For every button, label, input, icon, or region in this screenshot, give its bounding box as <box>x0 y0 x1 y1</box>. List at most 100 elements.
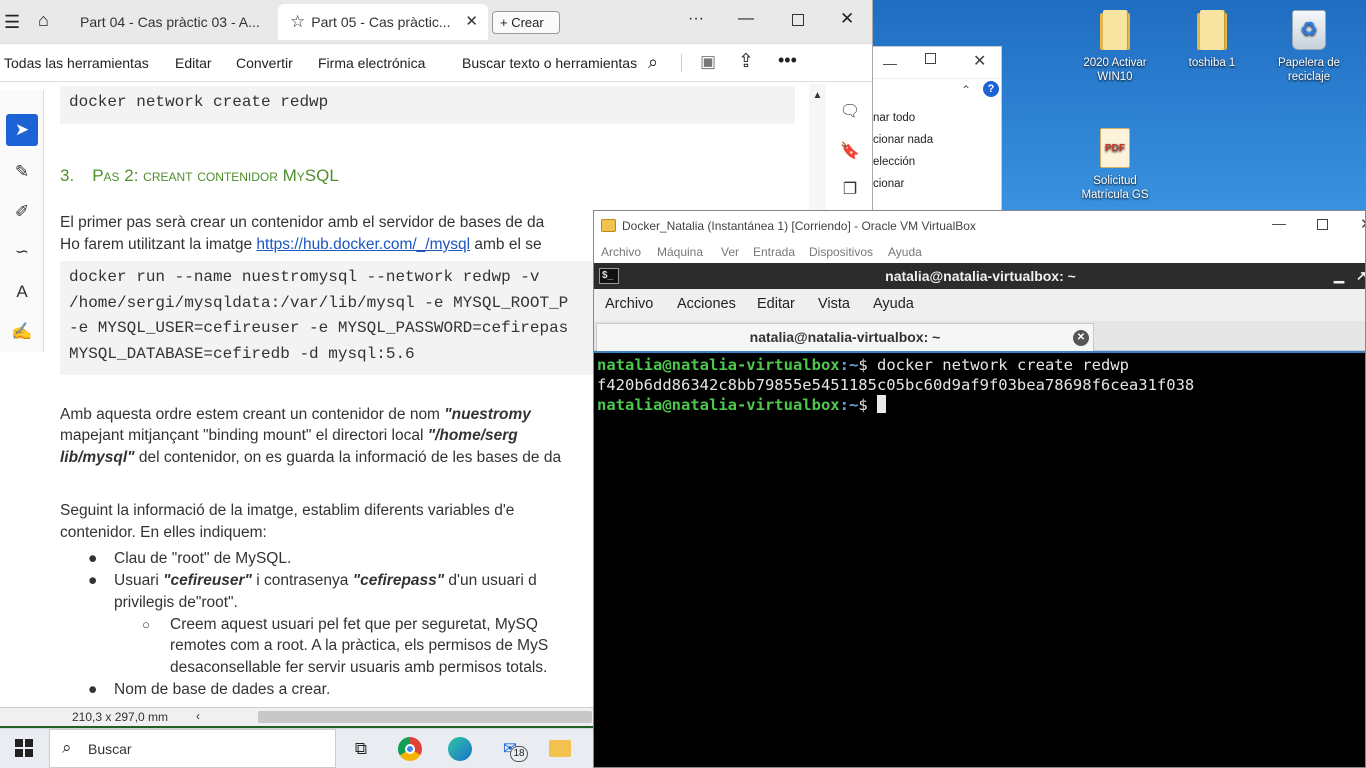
desktop-icon-toshiba[interactable]: toshiba 1 <box>1174 10 1250 70</box>
upload-cloud-icon[interactable]: ⇪ <box>738 50 754 73</box>
list-item-text: desaconsellable fer servir usuaris amb p… <box>170 659 548 676</box>
add-comment-icon[interactable]: ✎ <box>6 156 38 188</box>
menu-ayuda[interactable]: Ayuda <box>888 245 922 259</box>
acrobat-tabbar: ☰ ⌂ Part 04 - Cas pràctic 03 - A... ☆ Par… <box>0 0 872 44</box>
desktop-icon-activar[interactable]: 2020 Activar WIN10 <box>1077 10 1153 84</box>
menu-entrada[interactable]: Entrada <box>753 245 795 259</box>
help-icon[interactable]: ? <box>983 81 999 97</box>
list-item-text: privilegis de"root". <box>114 594 238 611</box>
mail-badge: 18 <box>510 746 528 762</box>
copy-pages-icon[interactable]: ❐ <box>838 178 862 202</box>
terminal-output[interactable]: natalia@natalia-virtualbox:~$ docker net… <box>594 351 1365 767</box>
maximize-icon[interactable]: ↗ <box>1356 263 1365 289</box>
menu-archivo[interactable]: Archivo <box>601 245 641 259</box>
maximize-icon[interactable] <box>1317 219 1328 230</box>
more-options-icon[interactable]: ••• <box>778 50 797 71</box>
windows-start-icon[interactable] <box>15 739 33 757</box>
list-item: ● <box>88 550 98 567</box>
menu-archivo[interactable]: Archivo <box>605 296 653 312</box>
search-icon: ⌕ <box>62 738 72 757</box>
menu-vista[interactable]: Vista <box>818 296 850 312</box>
menu-item[interactable]: nar todo <box>873 107 1001 129</box>
more-tabs-icon[interactable]: ··· <box>688 10 704 28</box>
search-tools-label[interactable]: Buscar texto o herramientas <box>462 55 637 71</box>
list-item-text: Creem aquest usuari pel fet que per segu… <box>170 616 538 633</box>
list-item-text: remotes com a root. A la pràctica, els p… <box>170 637 549 654</box>
minimize-icon[interactable]: — <box>738 10 754 28</box>
menu-item[interactable]: cionar nada <box>873 129 1001 151</box>
close-icon[interactable]: ✕ <box>840 9 854 29</box>
guest-terminal-titlebar: $_ natalia@natalia-virtualbox: ~ ▁ ↗ <box>594 263 1365 289</box>
folder-icon <box>1100 10 1130 50</box>
menu-item[interactable]: elección <box>873 151 1001 173</box>
virtualbox-titlebar: Docker_Natalia (Instantánea 1) [Corriend… <box>594 211 1365 241</box>
save-icon[interactable]: ▣ <box>700 52 716 72</box>
file-explorer-icon[interactable] <box>546 736 574 762</box>
docker-hub-link[interactable]: https://hub.docker.com/_/mysql <box>256 236 470 253</box>
pen-icon[interactable]: ✐ <box>6 196 38 228</box>
hamburger-menu-icon[interactable]: ☰ <box>4 12 20 33</box>
terminal-tabbar: natalia@natalia-virtualbox: ~ ✕ <box>594 321 1365 351</box>
right-toolbar: 🗨 🔖 ❐ <box>826 90 872 210</box>
sign-icon[interactable]: ✍ <box>6 316 38 348</box>
tab-part-04[interactable]: Part 04 - Cas pràctic 03 - A... <box>68 4 274 40</box>
desktop-icon-recycle-bin[interactable]: ♻ Papelera de reciclaje <box>1271 10 1347 84</box>
select-tool-icon[interactable]: ➤ <box>6 114 38 146</box>
virtualbox-menubar: Archivo Máquina Ver Entrada Dispositivos… <box>594 241 1365 263</box>
menu-todas-herramientas[interactable]: Todas las herramientas <box>4 55 149 71</box>
edge-icon[interactable] <box>446 736 474 762</box>
task-view-icon[interactable]: ⧉ <box>347 736 375 762</box>
desktop-icon-solicitud[interactable]: PDF Solicitud Matrícula GS <box>1077 128 1153 202</box>
horizontal-scrollbar-thumb[interactable] <box>258 711 592 723</box>
menu-firma-electronica[interactable]: Firma electrónica <box>318 55 425 71</box>
menu-convertir[interactable]: Convertir <box>236 55 293 71</box>
scroll-up-icon[interactable]: ▲ <box>809 90 826 101</box>
explorer-titlebar: — ✕ <box>873 47 1001 79</box>
window-title: Docker_Natalia (Instantánea 1) [Corriend… <box>622 219 976 233</box>
comment-icon[interactable]: 🗨 <box>838 100 862 124</box>
text-box-icon[interactable]: A <box>6 276 38 308</box>
minimize-icon[interactable]: — <box>883 55 897 71</box>
code-block: docker network create redwp <box>60 86 795 124</box>
virtualbox-window: Docker_Natalia (Instantánea 1) [Corriend… <box>593 210 1366 768</box>
close-icon[interactable]: ✕ <box>973 51 986 71</box>
section-heading: 3. Pas 2: creant contenidor MySQL <box>60 166 339 185</box>
acrobat-menubar: Todas las herramientas Editar Convertir … <box>0 44 872 82</box>
home-icon[interactable]: ⌂ <box>38 10 49 31</box>
star-icon[interactable]: ☆ <box>290 12 305 31</box>
close-tab-icon[interactable]: ✕ <box>465 4 478 40</box>
divider <box>681 54 682 72</box>
list-item-text: Clau de "root" de MySQL. <box>114 550 292 567</box>
maximize-icon[interactable] <box>925 53 936 64</box>
close-icon[interactable]: ✕ <box>1360 215 1365 233</box>
menu-dispositivos[interactable]: Dispositivos <box>809 245 873 259</box>
search-placeholder: Buscar <box>88 741 132 757</box>
plus-icon: + <box>500 15 508 30</box>
left-toolbar: ➤ ✎ ✐ ∽ A ✍ <box>0 90 44 352</box>
chrome-icon[interactable] <box>396 736 424 762</box>
bookmark-icon[interactable]: 🔖 <box>838 140 862 164</box>
search-icon[interactable]: ⌕ <box>648 52 658 73</box>
minimize-icon[interactable]: ▁ <box>1334 263 1344 289</box>
chevron-up-icon[interactable]: ⌃ <box>961 83 971 97</box>
terminal-icon: $_ <box>599 268 619 284</box>
menu-acciones[interactable]: Acciones <box>677 296 736 312</box>
list-item-text: Nom de base de dades a crear. <box>114 681 331 698</box>
terminal-tab[interactable]: natalia@natalia-virtualbox: ~ ✕ <box>596 323 1094 351</box>
tab-part-05[interactable]: ☆ Part 05 - Cas pràctic... ✕ <box>278 4 488 40</box>
menu-item[interactable]: cionar <box>873 173 1001 195</box>
menu-ayuda[interactable]: Ayuda <box>873 296 914 312</box>
minimize-icon[interactable]: — <box>1272 215 1286 231</box>
virtualbox-icon <box>601 219 616 232</box>
menu-maquina[interactable]: Máquina <box>657 245 703 259</box>
menu-editar[interactable]: Editar <box>757 296 795 312</box>
menu-editar[interactable]: Editar <box>175 55 212 71</box>
new-tab-button[interactable]: + Crear <box>492 11 560 34</box>
taskbar-search-box[interactable]: ⌕ Buscar <box>49 729 336 768</box>
menu-ver[interactable]: Ver <box>721 245 739 259</box>
mail-icon[interactable]: ✉ 18 <box>496 736 528 762</box>
close-tab-icon[interactable]: ✕ <box>1073 330 1089 346</box>
scroll-left-icon[interactable]: ‹ <box>196 709 200 723</box>
maximize-icon[interactable] <box>792 14 804 26</box>
draw-freehand-icon[interactable]: ∽ <box>6 236 38 268</box>
